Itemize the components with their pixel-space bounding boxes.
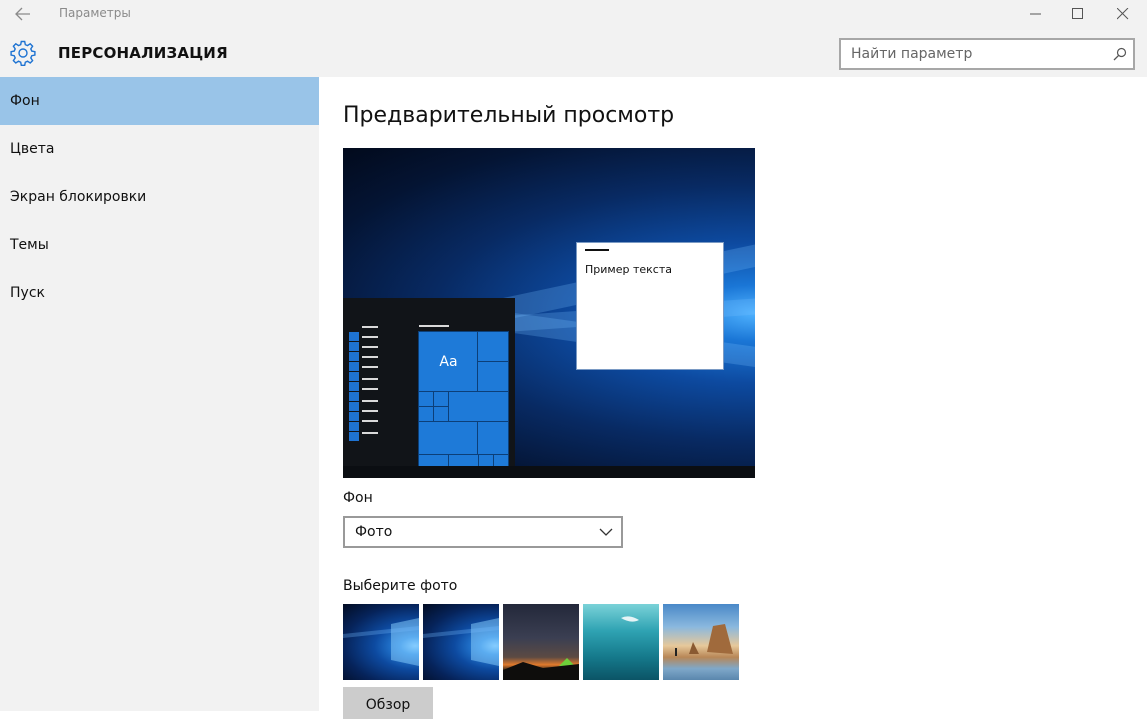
photo-thumbnail-3[interactable]: [503, 604, 579, 680]
preview-heading: Предварительный просмотр: [343, 103, 675, 128]
preview-taskbar: [343, 466, 755, 478]
sidebar-item-start[interactable]: Пуск: [0, 269, 319, 317]
close-icon: [1117, 8, 1129, 20]
title-bar: Параметры: [0, 0, 1147, 28]
photo-thumbnail-5[interactable]: [663, 604, 739, 680]
start-list-line: [362, 346, 378, 348]
start-list-line: [362, 356, 378, 358]
background-label: Фон: [343, 490, 373, 506]
sidebar: Фон Цвета Экран блокировки Темы Пуск: [0, 77, 319, 711]
start-list-line: [362, 432, 378, 434]
preview-start-menu: Aa: [343, 298, 515, 478]
sidebar-item-colors[interactable]: Цвета: [0, 125, 319, 173]
minimize-icon: [1030, 13, 1041, 15]
start-list-line: [362, 378, 378, 380]
start-tiles-header: [419, 325, 449, 327]
start-list-line: [362, 326, 378, 328]
page-title: ПЕРСОНАЛИЗАЦИЯ: [58, 44, 228, 62]
preview-tile: [418, 454, 450, 467]
maximize-button[interactable]: [1055, 0, 1101, 28]
search-icon: [1113, 47, 1127, 61]
start-list-line: [362, 366, 378, 368]
search-box[interactable]: [839, 38, 1135, 70]
preview-tile-large: Aa: [418, 331, 479, 393]
preview-tile: [448, 391, 509, 423]
start-list-line: [362, 410, 378, 412]
photo-thumbnail-4[interactable]: [583, 604, 659, 680]
start-list-line: [362, 388, 378, 390]
preview-window-titlebar: [585, 249, 609, 251]
start-list-icon: [349, 332, 359, 341]
browse-button[interactable]: Обзор: [343, 687, 433, 719]
background-type-value: Фото: [355, 524, 393, 540]
start-list-icon: [349, 352, 359, 361]
start-list-icon: [349, 362, 359, 371]
desktop-preview: Пример текста Aa: [343, 148, 755, 478]
preview-tile: [418, 406, 435, 423]
preview-tile: [478, 454, 495, 467]
windows-light-image: [423, 618, 499, 666]
start-list-icon: [349, 342, 359, 351]
main-content: Предварительный просмотр Пример текста A…: [319, 77, 1147, 719]
sidebar-item-themes[interactable]: Темы: [0, 221, 319, 269]
minimize-button[interactable]: [1013, 0, 1059, 28]
preview-tile: [433, 391, 450, 408]
start-list-icon: [349, 392, 359, 401]
preview-tile: [448, 454, 480, 467]
start-list-icon: [349, 412, 359, 421]
preview-window: Пример текста: [576, 242, 724, 370]
gear-icon: [10, 40, 36, 66]
search-input[interactable]: [841, 40, 1101, 68]
beach-rocks-image: [675, 624, 733, 656]
chevron-down-icon: [599, 528, 613, 536]
start-list-icon: [349, 372, 359, 381]
preview-tile: [493, 454, 509, 467]
windows-light-image: [343, 618, 419, 666]
sidebar-item-background[interactable]: Фон: [0, 77, 319, 125]
underwater-swimmer-image: [621, 616, 639, 622]
start-list-line: [362, 400, 378, 402]
start-list-icon: [349, 402, 359, 411]
start-list-line: [362, 420, 378, 422]
start-list-icon: [349, 432, 359, 441]
choose-photo-label: Выберите фото: [343, 578, 458, 594]
photo-thumbnail-1[interactable]: [343, 604, 419, 680]
start-list-line: [362, 336, 378, 338]
preview-tile: [418, 421, 479, 456]
back-arrow-icon: [15, 7, 30, 21]
close-button[interactable]: [1100, 0, 1146, 28]
back-button[interactable]: [12, 4, 34, 24]
start-list-icon: [349, 422, 359, 431]
night-sky-tent-image: [503, 658, 579, 680]
window-title: Параметры: [59, 6, 131, 20]
start-list-icon: [349, 382, 359, 391]
photo-thumbnail-2[interactable]: [423, 604, 499, 680]
preview-tile: [477, 331, 509, 363]
sidebar-item-lock-screen[interactable]: Экран блокировки: [0, 173, 319, 221]
preview-tile: [477, 361, 509, 393]
background-type-dropdown[interactable]: Фото: [343, 516, 623, 548]
preview-tile: [433, 406, 450, 423]
preview-tile: [477, 421, 509, 456]
preview-tile: [418, 391, 435, 408]
maximize-icon: [1072, 8, 1083, 19]
preview-sample-text: Пример текста: [585, 263, 672, 276]
settings-header: ПЕРСОНАЛИЗАЦИЯ: [0, 28, 1147, 77]
